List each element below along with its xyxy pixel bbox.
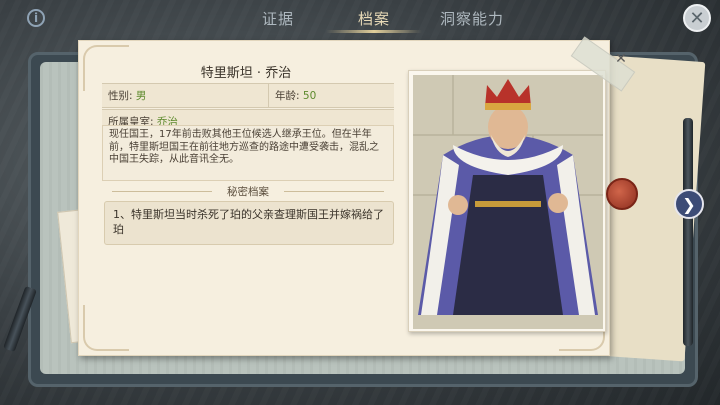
character-name: 特里斯坦 · 乔治 bbox=[200, 66, 292, 81]
top-bar: i 证据 档案 洞察能力 ✕ bbox=[0, 0, 720, 36]
secret-section-header: 秘密档案 bbox=[102, 184, 394, 198]
character-portrait bbox=[408, 70, 606, 332]
character-description: 现任国王，17年前击败其他王位候选人继承王位。但在半年前，特里斯坦国王在前往地方… bbox=[102, 125, 394, 181]
info-icon[interactable]: i bbox=[27, 9, 45, 27]
age-label: 年龄: bbox=[275, 90, 300, 102]
quill-pen-icon bbox=[683, 118, 693, 346]
active-tab-indicator bbox=[326, 30, 422, 33]
secret-entry: 1、特里斯坦当时杀死了珀的父亲查理斯国王并嫁祸给了珀 bbox=[104, 201, 394, 245]
wax-seal-icon bbox=[606, 178, 638, 210]
corner-ornament bbox=[83, 305, 129, 351]
gender-value: 男 bbox=[135, 90, 147, 102]
next-page-button[interactable]: ❯ bbox=[674, 189, 704, 219]
close-button[interactable]: ✕ bbox=[683, 4, 711, 32]
close-icon: ✕ bbox=[689, 7, 705, 29]
king-illustration bbox=[413, 75, 603, 329]
info-row: 性别: 男 年龄: 50 bbox=[102, 83, 394, 108]
age-value: 50 bbox=[302, 90, 317, 102]
gender-cell: 性别: 男 bbox=[102, 84, 268, 107]
tab-insight[interactable]: 洞察能力 bbox=[440, 8, 504, 29]
gender-label: 性别: bbox=[108, 90, 133, 102]
tab-evidence[interactable]: 证据 bbox=[262, 8, 294, 29]
divider-line bbox=[284, 191, 384, 192]
paper-close-icon[interactable]: ✕ bbox=[614, 52, 628, 66]
tab-profile[interactable]: 档案 bbox=[358, 8, 390, 29]
age-cell: 年龄: 50 bbox=[268, 84, 394, 107]
portrait-image bbox=[413, 75, 603, 329]
chevron-right-icon: ❯ bbox=[682, 194, 696, 214]
